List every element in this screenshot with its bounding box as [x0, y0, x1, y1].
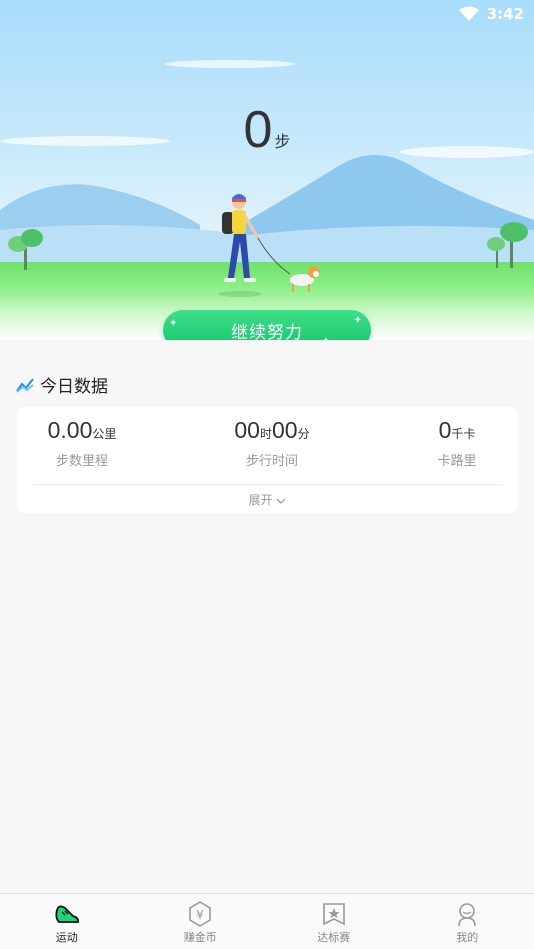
distance-stat: 0.00公里 步数里程 — [37, 417, 127, 469]
tree-right — [487, 222, 528, 268]
sparkle-icon: ✦ — [169, 318, 179, 329]
distance-value: 0.00 — [47, 417, 93, 443]
chevron-down-icon — [276, 498, 286, 504]
nav-label: 运动 — [55, 931, 78, 944]
calories-unit: 千卡 — [451, 427, 476, 441]
status-time: 3:42 — [486, 5, 524, 23]
today-stats-card: 0.00公里 步数里程 00时00分 步行时间 0千卡 卡路里 展开 — [17, 407, 518, 513]
man-walking-dog-illustration — [218, 194, 320, 297]
coin-hexagon-icon: ¥ — [189, 901, 212, 927]
tree-left — [8, 229, 43, 270]
keep-going-button[interactable]: 继续努力 ✦ ✦ ✦ — [163, 310, 371, 340]
hours-unit: 时 — [259, 427, 272, 441]
nav-label: 赚金币 — [183, 931, 217, 944]
nav-label: 达标赛 — [317, 931, 351, 944]
trend-chart-icon — [16, 377, 34, 393]
distance-label: 步数里程 — [55, 454, 108, 469]
step-unit: 步 — [274, 132, 291, 151]
sparkle-icon: ✦ — [322, 336, 331, 340]
sneaker-icon — [55, 905, 79, 923]
expand-button[interactable]: 展开 — [17, 491, 518, 508]
hero-banner: 0步 继续努力 ✦ ✦ ✦ — [0, 0, 534, 340]
hours-value: 00 — [234, 417, 260, 443]
minutes-value: 00 — [272, 417, 298, 443]
nav-item-mine[interactable]: 我的 — [401, 894, 534, 949]
cloud — [165, 60, 295, 68]
wifi-icon — [458, 6, 479, 21]
status-bar: 3:42 — [458, 4, 524, 24]
section-title: 今日数据 — [40, 377, 108, 397]
expand-label: 展开 — [248, 493, 273, 507]
nav-item-earn-coins[interactable]: ¥ 赚金币 — [134, 894, 268, 949]
walk-time-stat: 00时00分 步行时间 — [227, 417, 317, 469]
walk-time-label: 步行时间 — [245, 454, 298, 469]
step-counter: 0步 — [0, 100, 534, 160]
calories-label: 卡路里 — [437, 454, 477, 469]
nav-label: 我的 — [456, 931, 479, 944]
step-count: 0 — [243, 101, 273, 159]
svg-text:¥: ¥ — [196, 908, 204, 922]
keep-going-label: 继续努力 — [231, 322, 303, 341]
bottom-nav: 运动 ¥ 赚金币 达标赛 我的 — [0, 893, 534, 949]
nav-item-sport[interactable]: 运动 — [0, 894, 134, 949]
calories-stat: 0千卡 卡路里 — [422, 417, 492, 469]
today-data-header: 今日数据 — [16, 372, 108, 397]
distance-unit: 公里 — [92, 427, 117, 441]
profile-icon — [458, 903, 477, 927]
divider — [33, 484, 502, 485]
calories-value: 0 — [438, 417, 452, 443]
star-badge-icon — [322, 903, 345, 926]
minutes-unit: 分 — [297, 427, 310, 441]
sparkle-icon: ✦ — [353, 315, 363, 326]
nav-item-challenge[interactable]: 达标赛 — [267, 894, 401, 949]
